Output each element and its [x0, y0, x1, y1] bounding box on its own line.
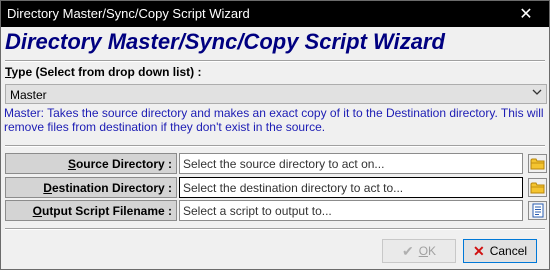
separator-highlight [5, 146, 545, 147]
destination-label-text: estination Directory : [51, 181, 172, 195]
checkmark-icon: ✔ [401, 243, 414, 259]
type-description: Master: Takes the source directory and m… [4, 106, 544, 134]
chevron-down-icon[interactable] [532, 88, 542, 99]
source-label-text: ource Directory : [75, 157, 172, 171]
type-dropdown[interactable]: Master [5, 84, 547, 104]
output-script-row: Output Script Filename : Select a script… [5, 200, 547, 221]
type-label-text: ype (Select from drop down list) : [11, 65, 202, 79]
destination-directory-label: Destination Directory : [5, 177, 177, 198]
source-label-mnemonic: S [67, 157, 76, 171]
browse-source-button[interactable] [528, 154, 547, 173]
folder-icon [530, 158, 545, 170]
ok-button-label: K [428, 244, 437, 258]
output-script-input[interactable]: Select a script to output to... [179, 200, 523, 221]
cancel-button-label: Cancel [489, 244, 528, 258]
close-icon[interactable]: ✕ [503, 1, 549, 27]
wizard-heading: Directory Master/Sync/Copy Script Wizard [5, 29, 445, 54]
type-label: Type (Select from drop down list) : [5, 65, 545, 81]
folder-icon [530, 182, 545, 194]
destination-directory-row: Destination Directory : Select the desti… [5, 177, 547, 198]
browse-destination-button[interactable] [528, 178, 547, 197]
ok-button-mnemonic: O [418, 244, 429, 258]
source-directory-row: Source Directory : Select the source dir… [5, 153, 547, 174]
separator-highlight [5, 61, 545, 62]
document-icon [532, 203, 544, 218]
window-title: Directory Master/Sync/Copy Script Wizard [7, 6, 250, 21]
output-label-mnemonic: O [32, 204, 42, 218]
output-label-text: utput Script Filename : [41, 204, 172, 218]
type-dropdown-value: Master [10, 88, 47, 102]
separator-highlight [5, 229, 545, 230]
wizard-window: Directory Master/Sync/Copy Script Wizard… [0, 0, 550, 270]
source-directory-label: Source Directory : [5, 153, 177, 174]
ok-button[interactable]: ✔ OK [382, 239, 456, 263]
destination-directory-input[interactable]: Select the destination directory to act … [179, 177, 523, 198]
title-bar[interactable]: Directory Master/Sync/Copy Script Wizard… [1, 1, 549, 27]
browse-output-button[interactable] [528, 201, 547, 220]
output-script-label: Output Script Filename : [5, 200, 177, 221]
destination-label-mnemonic: D [43, 181, 52, 195]
source-directory-input[interactable]: Select the source directory to act on... [179, 153, 523, 174]
cancel-x-icon: ✕ [472, 243, 485, 259]
cancel-button[interactable]: ✕ Cancel [463, 239, 537, 263]
